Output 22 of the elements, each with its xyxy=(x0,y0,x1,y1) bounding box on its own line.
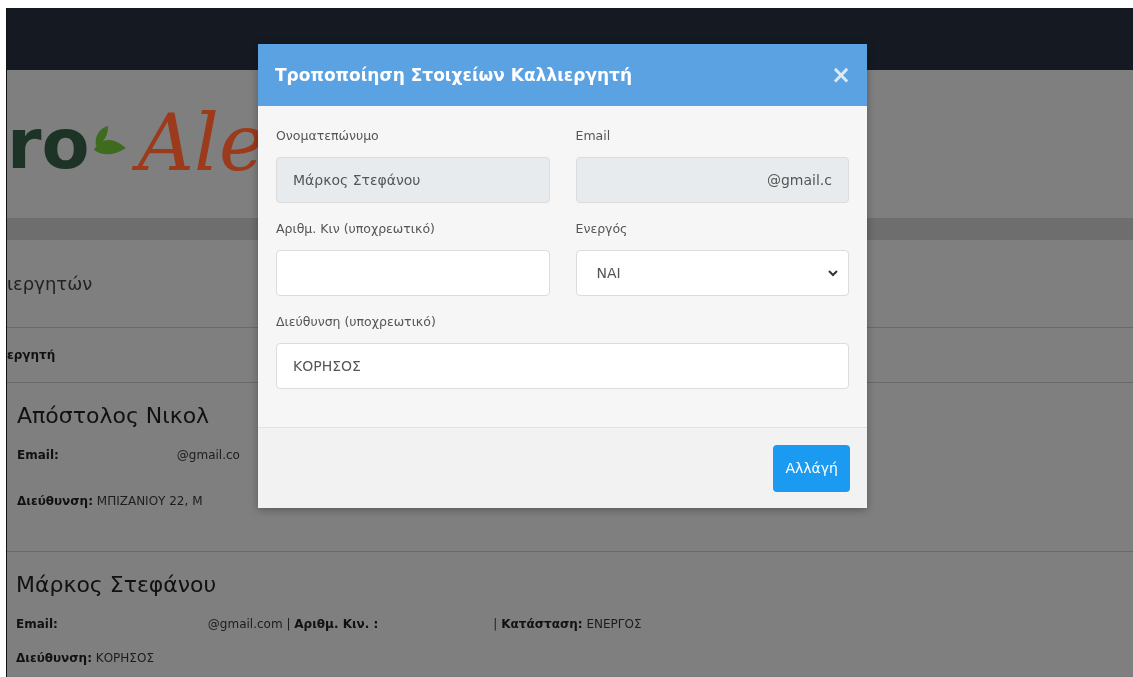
field-label: Διεύθυνση (υποχρεωτικό) xyxy=(276,314,437,329)
farmer-name: Απόστολος Νικολ xyxy=(17,403,210,428)
field-label: Email xyxy=(575,128,612,143)
farmer-name: Μάρκος Στεφάνου xyxy=(16,572,217,597)
field-text: Διεύθυνση: ΜΠΙΖΑΝΙΟΥ 22, Μ xyxy=(17,494,203,508)
field-label: Email: xyxy=(17,448,59,462)
page-heading: ιεργητών xyxy=(7,273,93,294)
chevron-down-icon xyxy=(828,269,838,277)
field-label: Αριθμ. Κιν (υποχρεωτικό) xyxy=(276,221,436,236)
logo-text: ro xyxy=(7,109,90,179)
input-field[interactable]: ΚΟΡΗΣΟΣ xyxy=(276,343,849,389)
table-header: εργητή xyxy=(7,348,56,362)
field-text: @gmail.com | Αριθμ. Κιν. : xyxy=(207,617,379,631)
field-text: @gmail.co xyxy=(176,448,240,462)
field-text: | Κατάσταση: ΕΝΕΡΓΟΣ xyxy=(493,617,642,631)
field-text: Διεύθυνση: ΚΟΡΗΣΟΣ xyxy=(16,651,154,665)
field-label: Email: xyxy=(16,617,58,631)
select-field[interactable]: ΝΑΙ xyxy=(575,250,849,296)
input-field[interactable] xyxy=(276,250,550,296)
field-label: Ονοματεπώνυμο xyxy=(276,128,380,143)
modal-title: Τροποποίηση Στοιχείων Καλλιεργητή xyxy=(275,65,633,85)
field-label: Ενεργός xyxy=(575,221,629,236)
